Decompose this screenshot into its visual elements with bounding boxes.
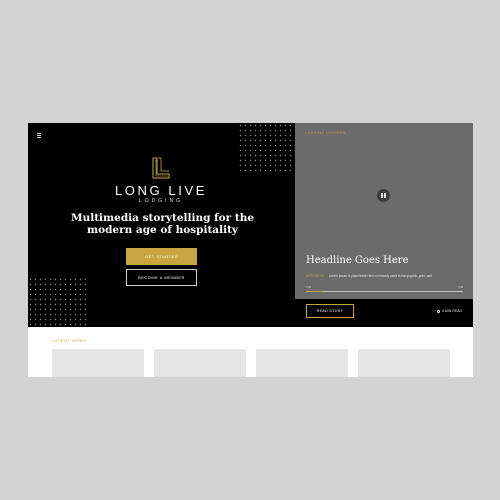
time-start: 0:00 [306,286,311,289]
page: LONG LIVE LODGING Multimedia storytellin… [28,123,473,377]
video-panel[interactable]: LODGING LEADERS Headline Goes Here AUTHO… [295,123,473,299]
video-description: Lorem ipsum is placeholder text commonly… [328,274,433,278]
dot-pattern-bottom [28,277,88,327]
brand-subtitle: LODGING [138,198,184,204]
news-card[interactable] [154,349,246,377]
news-card[interactable] [358,349,450,377]
video-section-label: LODGING LEADERS [305,131,346,135]
pause-icon [381,193,386,198]
read-story-button[interactable]: READ STORY [306,304,354,318]
news-card[interactable] [52,349,144,377]
time-end: 0:00 [458,286,463,289]
news-card[interactable] [256,349,348,377]
read-time-label: 4 MIN READ [441,309,462,313]
video-meta: AUTHOR 01 Lorem ipsum is placeholder tex… [306,274,432,278]
hero-left-panel: LONG LIVE LODGING Multimedia storytellin… [28,123,295,327]
become-member-button[interactable]: BECOME A MEMBER [126,269,197,286]
progress-bar[interactable] [306,291,463,292]
pause-button[interactable] [377,189,390,202]
hero-tagline: Multimedia storytelling for the modern a… [70,212,255,236]
progress-fill [306,291,324,292]
video-author: AUTHOR 01 [306,274,324,278]
video-headline: Headline Goes Here [306,255,409,266]
hero-section: LONG LIVE LODGING Multimedia storytellin… [28,123,473,327]
get-started-button[interactable]: GET STARTED [126,248,197,265]
dot-pattern-top [238,123,295,173]
brand-name: LONG LIVE [114,183,208,198]
video-footer: READ STORY 4 MIN READ [295,299,473,327]
latest-news-label: LATEST NEWS [52,338,87,343]
menu-icon[interactable] [37,133,41,138]
read-time: 4 MIN READ [436,309,462,313]
progress-times: 0:00 0:00 [306,286,463,289]
logo-mark-icon [152,157,170,179]
clock-icon [436,309,440,313]
